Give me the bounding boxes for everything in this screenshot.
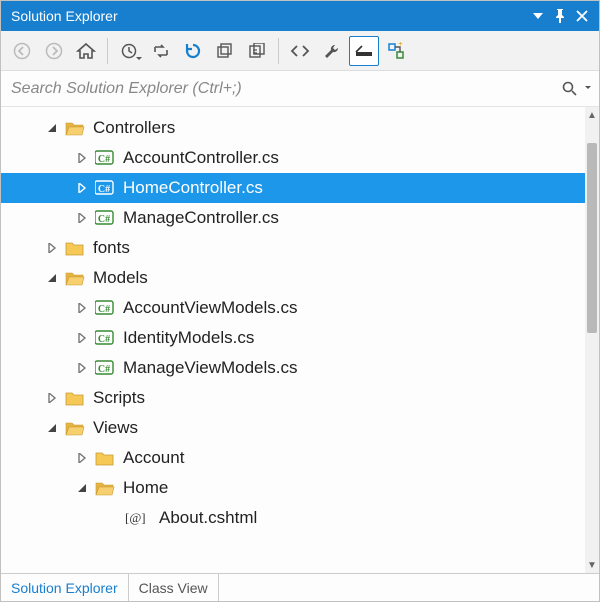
search-dropdown-icon[interactable]	[585, 86, 591, 92]
cshtml-file-icon	[125, 509, 151, 527]
close-icon[interactable]	[571, 5, 593, 27]
expand-icon[interactable]	[75, 211, 89, 225]
tree-item-label: AccountController.cs	[123, 148, 279, 168]
tree[interactable]: Controllers AccountController.cs HomeContr…	[1, 107, 585, 573]
scrollbar-thumb[interactable]	[587, 143, 597, 333]
expand-icon[interactable]	[75, 301, 89, 315]
expand-icon[interactable]	[75, 151, 89, 165]
folder-icon	[65, 389, 85, 407]
tree-item-label: Controllers	[93, 118, 175, 138]
pin-icon[interactable]	[549, 5, 571, 27]
folder-icon	[65, 239, 85, 257]
tab-solution-explorer[interactable]: Solution Explorer	[1, 574, 129, 601]
scroll-up-icon[interactable]: ▲	[585, 107, 599, 123]
title-bar: Solution Explorer	[1, 1, 599, 31]
tree-item-label: Models	[93, 268, 148, 288]
properties-button[interactable]	[317, 36, 347, 66]
toolbar: +	[1, 31, 599, 71]
folder-open-icon	[65, 419, 85, 437]
tree-item-label: Scripts	[93, 388, 145, 408]
tree-item-label: fonts	[93, 238, 130, 258]
show-all-files-button[interactable]	[242, 36, 272, 66]
tree-item-label: AccountViewModels.cs	[123, 298, 298, 318]
window-menu-icon[interactable]	[527, 5, 549, 27]
csharp-file-icon	[95, 179, 115, 197]
collapse-icon[interactable]	[45, 271, 59, 285]
vertical-scrollbar[interactable]: ▲ ▼	[585, 107, 599, 573]
csharp-file-icon	[95, 299, 115, 317]
folder-icon	[95, 449, 115, 467]
tree-item-label: About.cshtml	[159, 508, 257, 528]
collapse-icon[interactable]	[45, 421, 59, 435]
home-button[interactable]	[71, 36, 101, 66]
expand-icon[interactable]	[75, 331, 89, 345]
collapse-icon[interactable]	[45, 121, 59, 135]
tree-row[interactable]: fonts	[1, 233, 585, 263]
forward-button[interactable]	[39, 36, 69, 66]
tree-row[interactable]: Views	[1, 413, 585, 443]
csharp-file-icon	[95, 149, 115, 167]
view-code-button[interactable]	[285, 36, 315, 66]
tab-class-view[interactable]: Class View	[129, 574, 219, 601]
tree-panel: Controllers AccountController.cs HomeContr…	[1, 107, 599, 573]
refresh-button[interactable]	[178, 36, 208, 66]
scrollbar-track[interactable]	[585, 123, 599, 557]
tree-row[interactable]: Controllers	[1, 113, 585, 143]
tree-row[interactable]: Scripts	[1, 383, 585, 413]
preview-button[interactable]	[349, 36, 379, 66]
bottom-tabs: Solution Explorer Class View	[1, 573, 599, 601]
tab-label: Solution Explorer	[11, 580, 118, 596]
sync-button[interactable]	[146, 36, 176, 66]
history-button[interactable]	[114, 36, 144, 66]
folder-open-icon	[65, 269, 85, 287]
expand-icon[interactable]	[75, 361, 89, 375]
collapse-icon[interactable]	[75, 481, 89, 495]
scroll-down-icon[interactable]: ▼	[585, 557, 599, 573]
collapse-all-button[interactable]	[210, 36, 240, 66]
expand-icon[interactable]	[45, 391, 59, 405]
tree-item-label: Views	[93, 418, 138, 438]
tree-row[interactable]: AccountController.cs	[1, 143, 585, 173]
tree-row[interactable]: Account	[1, 443, 585, 473]
svg-text:+: +	[398, 42, 403, 48]
back-button[interactable]	[7, 36, 37, 66]
tree-row[interactable]: Models	[1, 263, 585, 293]
search-bar	[1, 71, 599, 107]
expand-icon[interactable]	[45, 241, 59, 255]
toolbar-separator	[107, 38, 108, 64]
tree-row[interactable]: IdentityModels.cs	[1, 323, 585, 353]
folder-open-icon	[65, 119, 85, 137]
tab-label: Class View	[139, 580, 208, 596]
tree-item-label: IdentityModels.cs	[123, 328, 254, 348]
class-view-button[interactable]: +	[381, 36, 411, 66]
window-title: Solution Explorer	[11, 8, 527, 24]
csharp-file-icon	[95, 329, 115, 347]
csharp-file-icon	[95, 209, 115, 227]
tree-item-label: ManageViewModels.cs	[123, 358, 298, 378]
toolbar-separator	[278, 38, 279, 64]
tree-row[interactable]: ManageViewModels.cs	[1, 353, 585, 383]
tree-row[interactable]: AccountViewModels.cs	[1, 293, 585, 323]
tree-row[interactable]: HomeController.cs	[1, 173, 585, 203]
tree-item-label: Home	[123, 478, 168, 498]
search-icon[interactable]	[559, 78, 581, 100]
folder-open-icon	[95, 479, 115, 497]
tree-item-label: Account	[123, 448, 184, 468]
expand-icon[interactable]	[75, 451, 89, 465]
expand-icon[interactable]	[75, 181, 89, 195]
csharp-file-icon	[95, 359, 115, 377]
search-input[interactable]	[9, 71, 559, 106]
tree-item-label: HomeController.cs	[123, 178, 263, 198]
tree-row[interactable]: Home	[1, 473, 585, 503]
tree-row[interactable]: ManageController.cs	[1, 203, 585, 233]
tree-row[interactable]: About.cshtml	[1, 503, 585, 533]
tree-item-label: ManageController.cs	[123, 208, 279, 228]
